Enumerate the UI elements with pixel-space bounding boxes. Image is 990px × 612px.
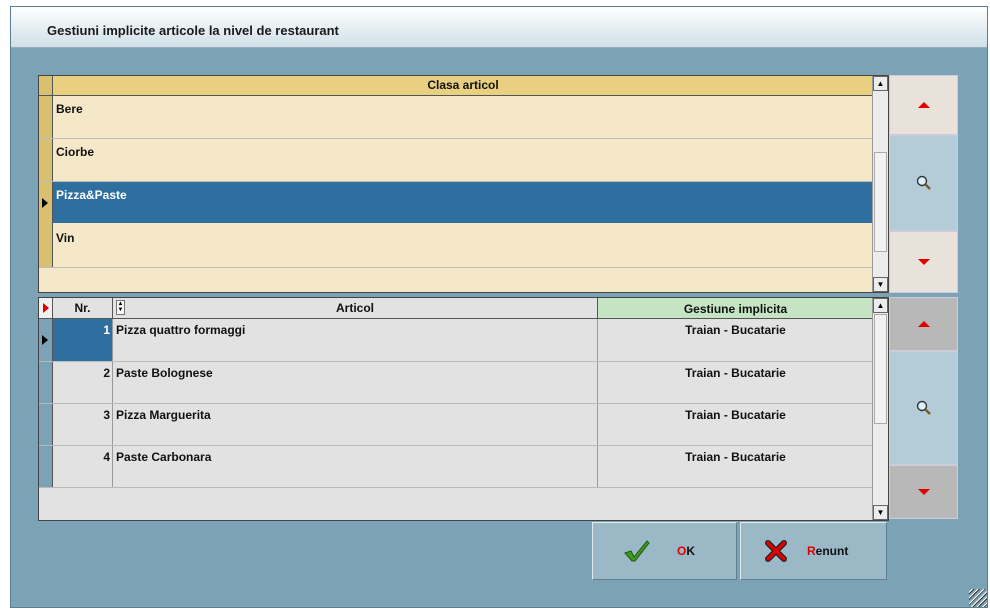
gestiune-column-header[interactable]: Gestiune implicita (598, 298, 873, 319)
sort-arrows-icon[interactable]: ▲ ▼ (116, 300, 125, 315)
current-row-arrow-icon (42, 335, 48, 345)
nr-column-header-label: Nr. (74, 301, 91, 315)
magnifier-icon (916, 175, 931, 190)
ok-button[interactable]: OK (592, 522, 737, 580)
cancel-label-rest: enunt (815, 544, 849, 558)
gestiune-value: Traian - Bucatarie (685, 450, 786, 464)
ok-hotkey: O (677, 544, 687, 558)
class-column-header-label: Clasa articol (427, 78, 499, 92)
red-x-icon (765, 540, 787, 562)
row-indicator-current (39, 182, 53, 225)
red-triangle-down-icon (917, 259, 930, 265)
article-grid: Nr. ▲ ▼ Articol Gestiune implicita 1 Pizz… (38, 297, 889, 521)
class-grid: Clasa articol Bere Ciorbe Pizza&Paste Vi… (38, 75, 889, 293)
class-row[interactable]: Vin (39, 225, 873, 268)
window-title: Gestiuni implicite articole la nivel de … (47, 23, 339, 38)
articol-column-header[interactable]: ▲ ▼ Articol (113, 298, 598, 319)
class-row-label: Pizza&Paste (56, 188, 127, 202)
class-column-header[interactable]: Clasa articol (53, 76, 873, 96)
class-row-label: Bere (56, 102, 83, 116)
nr-value: 3 (103, 408, 110, 422)
row-indicator (39, 225, 53, 267)
cancel-label: Renunt (807, 544, 848, 558)
nr-value: 2 (103, 366, 110, 380)
green-check-icon (624, 540, 650, 562)
articol-value: Paste Bolognese (116, 366, 213, 380)
article-row[interactable]: 2 Paste Bolognese Traian - Bucatarie (39, 362, 873, 404)
selection-highlight (53, 182, 873, 223)
gestiune-value: Traian - Bucatarie (685, 408, 786, 422)
nr-value: 4 (103, 450, 110, 464)
class-grid-header-indicator (39, 76, 53, 96)
class-up-button[interactable] (889, 75, 958, 135)
scroll-up-button[interactable]: ▲ (873, 298, 888, 313)
scroll-thumb[interactable] (874, 152, 887, 252)
ok-label-rest: K (686, 544, 696, 558)
row-indicator (39, 139, 53, 181)
nr-value: 1 (103, 323, 110, 337)
articol-value: Pizza Marguerita (116, 408, 211, 422)
nr-column-header[interactable]: Nr. (53, 298, 113, 319)
red-triangle-down-icon (917, 489, 930, 495)
article-grid-scrollbar[interactable]: ▲ ▼ (872, 298, 888, 520)
current-row-arrow-icon (42, 198, 48, 208)
red-triangle-up-icon (917, 102, 930, 108)
class-down-button[interactable] (889, 231, 958, 293)
class-grid-scrollbar[interactable]: ▲ ▼ (872, 76, 888, 292)
class-row-label: Ciorbe (56, 145, 95, 159)
article-grid-header-indicator (39, 298, 53, 319)
magnifier-icon (916, 400, 931, 415)
cancel-hotkey: R (807, 544, 816, 558)
class-search-button[interactable] (889, 135, 958, 231)
scroll-down-button[interactable]: ▼ (873, 505, 888, 520)
gestiune-column-header-label: Gestiune implicita (683, 302, 788, 316)
article-up-button[interactable] (889, 297, 958, 351)
class-row[interactable]: Ciorbe (39, 139, 873, 182)
scroll-thumb[interactable] (874, 314, 887, 424)
cancel-button[interactable]: Renunt (740, 522, 887, 580)
title-bar: Gestiuni implicite articole la nivel de … (11, 7, 987, 48)
dialog-window: Gestiuni implicite articole la nivel de … (10, 6, 988, 608)
gestiune-value: Traian - Bucatarie (685, 366, 786, 380)
article-row[interactable]: 4 Paste Carbonara Traian - Bucatarie (39, 446, 873, 488)
ok-label: OK (677, 544, 695, 558)
row-indicator (39, 446, 53, 487)
class-row-selected[interactable]: Pizza&Paste (39, 182, 873, 225)
article-down-button[interactable] (889, 465, 958, 519)
articol-column-header-label: Articol (335, 301, 374, 315)
articol-value: Paste Carbonara (116, 450, 212, 464)
article-row[interactable]: 3 Pizza Marguerita Traian - Bucatarie (39, 404, 873, 446)
row-indicator (39, 362, 53, 403)
resize-grip[interactable] (969, 589, 987, 607)
gestiune-value: Traian - Bucatarie (685, 323, 786, 337)
scroll-up-button[interactable]: ▲ (873, 76, 888, 91)
row-indicator-current (39, 319, 53, 361)
red-triangle-up-icon (917, 321, 930, 327)
scroll-down-button[interactable]: ▼ (873, 277, 888, 292)
row-indicator (39, 96, 53, 138)
article-search-button[interactable] (889, 351, 958, 465)
header-arrow-icon (43, 303, 49, 313)
articol-value: Pizza quattro formaggi (116, 323, 246, 337)
class-row[interactable]: Bere (39, 96, 873, 139)
class-row-label: Vin (56, 231, 75, 245)
article-row-selected[interactable]: 1 Pizza quattro formaggi Traian - Bucata… (39, 319, 873, 362)
row-indicator (39, 404, 53, 445)
